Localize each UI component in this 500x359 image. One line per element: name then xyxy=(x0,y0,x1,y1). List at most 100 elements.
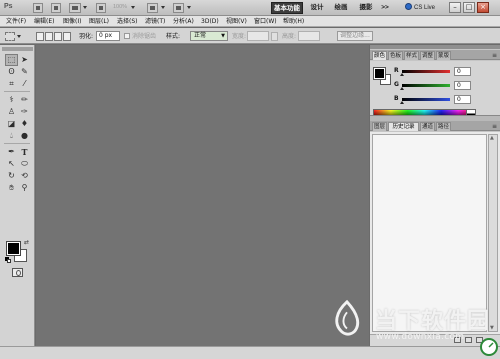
watermark-url: www.downxia.com xyxy=(376,332,465,342)
zoom-level[interactable]: 100% xyxy=(113,4,127,10)
bridge-icon[interactable] xyxy=(33,3,43,13)
more-workspaces-button[interactable]: >> xyxy=(379,2,391,14)
arrange-documents-icon[interactable] xyxy=(147,3,158,13)
3d-rotate-tool[interactable]: ↻ xyxy=(6,171,17,181)
pen-tool[interactable]: ✒ xyxy=(6,147,17,157)
chevron-down-icon[interactable] xyxy=(131,6,135,9)
toolbox-grip[interactable] xyxy=(2,47,33,51)
swap-dimensions-icon[interactable] xyxy=(271,32,278,41)
menu-select[interactable]: 选择(S) xyxy=(117,17,138,26)
tab-adjustments[interactable]: 调整 xyxy=(420,51,435,60)
tab-history[interactable]: 历史记录 xyxy=(388,122,419,131)
feather-input[interactable]: 0 px xyxy=(96,31,120,41)
blue-slider[interactable] xyxy=(402,98,450,101)
antialias-checkbox[interactable] xyxy=(124,33,130,39)
crop-tool[interactable]: ⌗ xyxy=(6,79,17,89)
close-button[interactable]: × xyxy=(477,2,489,13)
tab-swatches[interactable]: 色板 xyxy=(388,51,403,60)
dodge-tool[interactable]: ● xyxy=(19,131,30,141)
hand-icon[interactable] xyxy=(96,3,106,13)
green-slider-thumb[interactable] xyxy=(400,87,404,90)
hand-tool[interactable]: ✋︎ xyxy=(6,183,17,193)
rect-marquee-tool[interactable]: ⬚ xyxy=(5,54,18,66)
path-selection-tool[interactable]: ↖ xyxy=(6,159,17,169)
cs-live-button[interactable]: CS Live xyxy=(405,2,445,14)
green-value-input[interactable]: 0 xyxy=(454,81,471,90)
new-selection-icon[interactable] xyxy=(36,32,44,41)
menu-edit[interactable]: 编辑(E) xyxy=(34,17,54,26)
toolbox: ⬚ ➤ ʘ ✎ ⌗ ⁄ ⚕ ✏ ♙ ✑ ◪ ♦ 💧︎ ● ✒ T ↖ ⬭ ↻ ⟲… xyxy=(0,45,35,346)
clone-stamp-tool[interactable]: ♙ xyxy=(6,107,17,117)
quick-selection-tool[interactable]: ✎ xyxy=(19,67,30,77)
blur-tool[interactable]: 💧︎ xyxy=(6,131,17,141)
minimize-button[interactable]: – xyxy=(449,2,461,13)
style-select[interactable]: 正常 ▼ xyxy=(190,31,228,41)
red-slider[interactable] xyxy=(402,70,450,73)
maximize-button[interactable]: □ xyxy=(463,2,475,13)
chevron-down-icon[interactable] xyxy=(17,35,21,38)
menu-window[interactable]: 窗口(W) xyxy=(254,17,277,26)
workspace-design-button[interactable]: 设计 xyxy=(306,2,328,14)
intersect-selection-icon[interactable] xyxy=(63,32,71,41)
add-selection-icon[interactable] xyxy=(45,32,53,41)
lasso-tool[interactable]: ʘ xyxy=(6,67,17,77)
view-extras-icon[interactable] xyxy=(69,3,81,13)
tab-layers[interactable]: 图层 xyxy=(372,122,387,131)
watermark-title: 当下软件园 xyxy=(375,309,491,334)
healing-brush-tool[interactable]: ⚕ xyxy=(6,95,17,105)
shape-tool[interactable]: ⬭ xyxy=(19,159,30,169)
brush-tool[interactable]: ✏ xyxy=(19,95,30,105)
scroll-up-icon[interactable]: ▲ xyxy=(490,135,494,141)
default-colors-icon[interactable] xyxy=(5,257,11,263)
panel-dock-grip[interactable] xyxy=(370,45,500,49)
subtract-selection-icon[interactable] xyxy=(54,32,62,41)
red-slider-thumb[interactable] xyxy=(400,73,404,76)
eraser-tool[interactable]: ◪ xyxy=(6,119,17,129)
panel-foreground-color-swatch[interactable] xyxy=(373,67,386,80)
chevron-down-icon[interactable] xyxy=(83,6,87,9)
panel-menu-icon[interactable]: ≡ xyxy=(492,52,497,59)
brush-icon: ✏ xyxy=(21,95,28,104)
swap-colors-icon[interactable]: ⇄ xyxy=(24,239,29,246)
menu-layer[interactable]: 图层(L) xyxy=(89,17,109,26)
refine-edge-button[interactable]: 调整边缘... xyxy=(337,31,373,41)
chevron-down-icon[interactable] xyxy=(187,6,191,9)
eyedropper-tool[interactable]: ⁄ xyxy=(19,79,30,89)
move-tool[interactable]: ➤ xyxy=(19,55,30,65)
menu-analysis[interactable]: 分析(A) xyxy=(173,17,194,26)
menu-help[interactable]: 帮助(H) xyxy=(283,17,304,26)
tab-channels[interactable]: 通道 xyxy=(420,122,435,131)
tab-paths[interactable]: 路径 xyxy=(436,122,451,131)
screen-mode-icon[interactable] xyxy=(173,3,184,13)
green-slider[interactable] xyxy=(402,84,450,87)
menu-file[interactable]: 文件(F) xyxy=(6,17,26,26)
tab-masks[interactable]: 蒙版 xyxy=(436,51,451,60)
tab-styles[interactable]: 样式 xyxy=(404,51,419,60)
menu-3d[interactable]: 3D(D) xyxy=(201,17,219,26)
3d-orbit-tool[interactable]: ⟲ xyxy=(19,171,30,181)
width-input[interactable] xyxy=(247,31,269,41)
title-bar: Ps 100% 基本功能 设计 绘画 摄影 >> CS Live – □ × xyxy=(0,0,500,16)
quick-mask-icon[interactable] xyxy=(12,268,23,277)
chevron-down-icon[interactable] xyxy=(161,6,165,9)
marquee-preset-icon[interactable] xyxy=(5,32,15,41)
zoom-tool[interactable]: ⚲ xyxy=(19,183,30,193)
height-input[interactable] xyxy=(298,31,320,41)
blue-value-input[interactable]: 0 xyxy=(454,95,471,104)
workspace-basic-button[interactable]: 基本功能 xyxy=(271,2,303,14)
menu-view[interactable]: 视图(V) xyxy=(226,17,247,26)
foreground-color-swatch[interactable] xyxy=(6,241,21,256)
workspace-photo-button[interactable]: 摄影 xyxy=(355,2,377,14)
document-canvas-area[interactable] xyxy=(36,45,369,346)
workspace-draw-button[interactable]: 绘画 xyxy=(330,2,352,14)
panel-menu-icon[interactable]: ≡ xyxy=(492,123,497,130)
red-value-input[interactable]: 0 xyxy=(454,67,471,76)
tab-color[interactable]: 颜色 xyxy=(372,51,387,60)
menu-filter[interactable]: 滤镜(T) xyxy=(145,17,165,26)
menu-image[interactable]: 图像(I) xyxy=(63,17,81,26)
gradient-tool[interactable]: ♦ xyxy=(19,119,30,129)
type-tool[interactable]: T xyxy=(19,147,30,157)
mini-bridge-icon[interactable] xyxy=(51,3,61,13)
blue-slider-thumb[interactable] xyxy=(400,101,404,104)
history-brush-tool[interactable]: ✑ xyxy=(19,107,30,117)
